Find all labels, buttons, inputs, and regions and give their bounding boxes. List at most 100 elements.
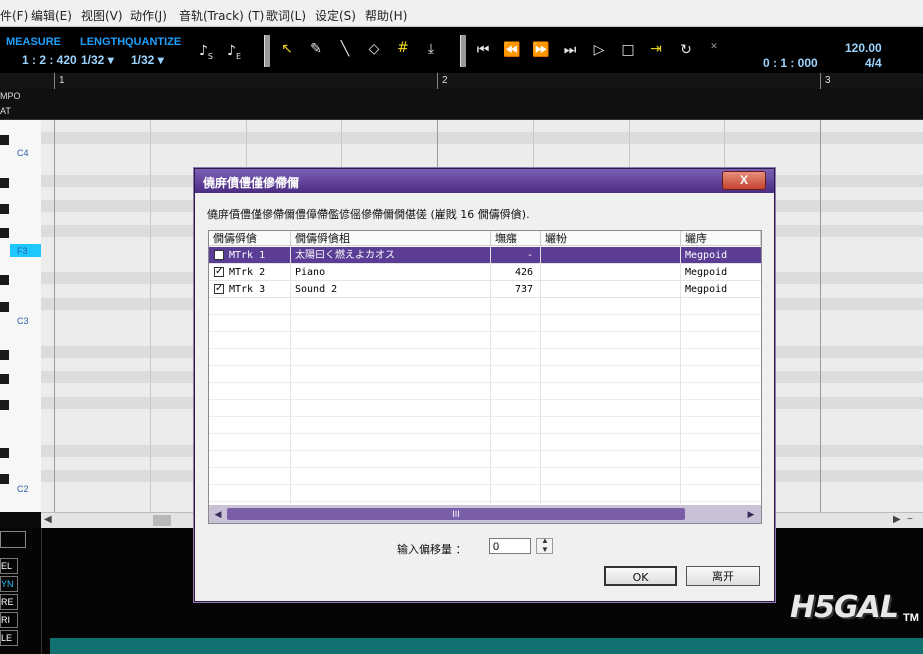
tempo-track[interactable]: MPO	[0, 89, 923, 104]
measure-value: 1 : 2 : 420	[22, 53, 77, 67]
zoom-out-icon[interactable]: −	[907, 514, 913, 525]
note-s-icon[interactable]: ♪S	[196, 43, 216, 61]
menu-settings[interactable]: 设定(S)	[315, 7, 356, 24]
list-scroll-thumb[interactable]: III	[227, 508, 685, 520]
ctrl-dyn-button[interactable]: YN	[0, 576, 18, 592]
track-row[interactable]: MTrk 1 太陽曰く燃えよカオス - Megpoid	[209, 247, 761, 264]
list-horizontal-scrollbar[interactable]: ◀ III ▶	[209, 505, 761, 523]
black-key-lane	[41, 132, 923, 144]
track-singer: Megpoid	[685, 267, 728, 278]
track-name: 太陽曰く燃えよカオス	[295, 250, 395, 261]
black-key[interactable]	[0, 178, 9, 188]
line-tool-icon[interactable]: ╲	[335, 41, 355, 57]
spin-down-icon[interactable]: ▼	[541, 545, 549, 554]
menu-edit[interactable]: 编辑(E)	[31, 7, 72, 24]
menu-help[interactable]: 帮助(H)	[365, 7, 407, 24]
column-header-lyrics[interactable]: 壧帉	[541, 231, 681, 246]
offset-input[interactable]: 0	[489, 538, 531, 554]
scroll-right-arrow-icon[interactable]: ▶	[893, 514, 901, 525]
ok-button[interactable]: OK	[604, 566, 677, 586]
note-e-icon[interactable]: ♪E	[224, 43, 244, 61]
control-track-selector[interactable]	[0, 531, 26, 548]
scroll-follow-icon[interactable]: ⇥	[646, 41, 666, 57]
column-divider	[680, 246, 681, 504]
track-count: 426	[515, 267, 534, 278]
stop-icon[interactable]: □	[618, 42, 638, 58]
close-button[interactable]: X	[722, 171, 766, 190]
control-curve-area[interactable]	[50, 638, 923, 654]
ctrl-cle-button[interactable]: LE	[0, 630, 18, 646]
black-key[interactable]	[0, 374, 9, 384]
ctrl-vel-button[interactable]: EL	[0, 558, 18, 574]
column-header-name[interactable]: 僩儔僢僋柤	[291, 231, 491, 246]
black-key[interactable]	[0, 204, 9, 214]
column-divider	[490, 246, 491, 504]
black-key[interactable]	[0, 275, 9, 285]
empty-row	[209, 383, 761, 400]
track-checkbox[interactable]: ✓	[214, 267, 224, 277]
dialog-title-bar[interactable]: 僥庰僨僼僅傪僀儞 X	[195, 169, 774, 193]
ctrl-bri-button[interactable]: RI	[0, 612, 18, 628]
play-icon[interactable]: ▷	[589, 42, 609, 58]
track-list[interactable]: 僩儔僢僋 僩儔僢僋柤 墲瘬 壧帉 壧庤 MTrk 1 太陽曰く燃えよカオス - …	[208, 230, 762, 524]
scroll-left-arrow-icon[interactable]: ◀	[211, 508, 225, 520]
eraser-tool-icon[interactable]: ◇	[364, 41, 384, 57]
ctrl-bre-button[interactable]: RE	[0, 594, 18, 610]
rewind-icon[interactable]: ⏪	[502, 42, 522, 58]
cancel-button[interactable]: 离开	[686, 566, 760, 586]
fast-forward-icon[interactable]: ⏩	[531, 42, 551, 58]
quantize-dropdown[interactable]: 1/32 ▾	[131, 53, 164, 67]
grid-icon[interactable]: #	[393, 40, 413, 56]
track-checkbox[interactable]	[214, 250, 224, 260]
pointer-tool-icon[interactable]: ↖	[277, 41, 297, 57]
panel-divider	[41, 528, 42, 654]
black-key[interactable]	[0, 135, 9, 145]
note-label-c4: C4	[17, 148, 29, 158]
auto-scroll-icon[interactable]: ⤓	[421, 41, 441, 57]
beat-label: AT	[0, 106, 11, 116]
menu-track[interactable]: 音轨(Track) (T)	[179, 7, 264, 24]
go-end-icon[interactable]: ⏭	[560, 42, 580, 58]
black-key[interactable]	[0, 350, 9, 360]
empty-row	[209, 315, 761, 332]
beat-track[interactable]: AT	[0, 103, 923, 120]
column-header-singer[interactable]: 壧庤	[681, 231, 761, 246]
black-key[interactable]	[0, 474, 9, 484]
measure-ruler[interactable]: 1 2 3	[0, 73, 923, 90]
empty-row	[209, 298, 761, 315]
dialog-description: 僥庰僨僼僅傪僀儞僼傽僀儖偐傜傪僀儞僩偡傞 (嵟戝 16 僩儔僢僋).	[207, 208, 530, 221]
spin-up-icon[interactable]: ▲	[541, 536, 549, 545]
column-header-count[interactable]: 墲瘬	[491, 231, 541, 246]
note-label-c2: C2	[17, 484, 29, 494]
scroll-right-arrow-icon[interactable]: ▶	[744, 508, 758, 520]
track-name: Sound 2	[295, 284, 338, 295]
black-key[interactable]	[0, 302, 9, 312]
rec-x-icon[interactable]: ✕	[704, 42, 724, 52]
track-count: -	[527, 250, 534, 261]
menu-file[interactable]: 件(F)	[0, 7, 28, 24]
menu-view[interactable]: 视图(V)	[81, 7, 123, 24]
menu-action[interactable]: 动作(J)	[130, 7, 167, 24]
length-dropdown[interactable]: 1/32 ▾	[81, 53, 114, 67]
black-key[interactable]	[0, 400, 9, 410]
menu-lyrics[interactable]: 歌词(L)	[266, 7, 306, 24]
empty-row	[209, 434, 761, 451]
scroll-left-arrow-icon[interactable]: ◀	[44, 514, 52, 525]
offset-spinner[interactable]: ▲ ▼	[536, 536, 553, 554]
black-key[interactable]	[0, 448, 9, 458]
loop-icon[interactable]: ↻	[676, 42, 696, 58]
track-row[interactable]: ✓ MTrk 2 Piano 426 Megpoid	[209, 264, 761, 281]
empty-row	[209, 485, 761, 502]
note-s-label: S	[207, 51, 213, 61]
track-checkbox[interactable]: ✓	[214, 284, 224, 294]
go-start-icon[interactable]: ⏮	[473, 42, 493, 58]
piano-keyboard[interactable]: C4 F3 C3 C2	[0, 120, 41, 512]
ruler-mark	[820, 73, 821, 89]
empty-row	[209, 349, 761, 366]
pencil-tool-icon[interactable]: ✎	[306, 41, 326, 57]
track-row[interactable]: ✓ MTrk 3 Sound 2 737 Megpoid	[209, 281, 761, 298]
column-header-track[interactable]: 僩儔僢僋	[209, 231, 291, 246]
empty-row	[209, 332, 761, 349]
scroll-thumb[interactable]	[153, 515, 171, 526]
black-key[interactable]	[0, 228, 9, 238]
